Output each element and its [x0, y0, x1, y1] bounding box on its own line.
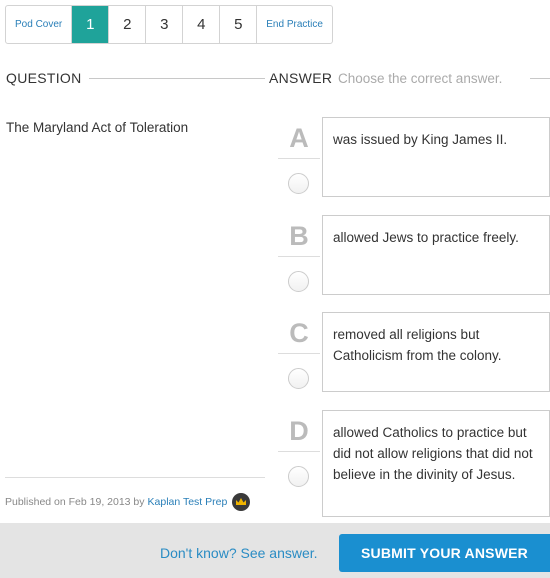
answer-divider — [530, 78, 550, 79]
choice-letter: C — [289, 318, 309, 348]
published-date: Published on Feb 19, 2013 by — [5, 496, 145, 508]
choice-b-text[interactable]: allowed Jews to practice freely. — [322, 215, 550, 295]
answer-heading: ANSWER — [269, 70, 333, 86]
page-1-button[interactable]: 1 — [72, 6, 110, 43]
choice-a-radio[interactable] — [288, 173, 309, 194]
published-divider — [5, 477, 265, 478]
answer-instruction: Choose the correct answer. — [338, 71, 503, 86]
published-info: Published on Feb 19, 2013 by Kaplan Test… — [5, 493, 251, 511]
choice-b[interactable]: B allowed Jews to practice freely. — [278, 215, 550, 295]
choice-a-text[interactable]: was issued by King James II. — [322, 117, 550, 197]
choice-d-text[interactable]: allowed Catholics to practice but did no… — [322, 410, 550, 517]
choice-c[interactable]: C removed all religions but Catholicism … — [278, 312, 550, 392]
choice-d[interactable]: D allowed Catholics to practice but did … — [278, 410, 550, 517]
end-practice-link[interactable]: End Practice — [257, 6, 332, 43]
question-text: The Maryland Act of Toleration — [6, 120, 189, 135]
crown-badge-icon — [232, 493, 251, 511]
submit-answer-button[interactable]: SUBMIT YOUR ANSWER — [339, 534, 550, 572]
page-4-button[interactable]: 4 — [183, 6, 221, 43]
choice-letter: D — [289, 416, 309, 446]
choice-b-radio[interactable] — [288, 271, 309, 292]
choice-divider — [278, 256, 320, 257]
choice-c-text[interactable]: removed all religions but Catholicism fr… — [322, 312, 550, 392]
choice-c-radio[interactable] — [288, 368, 309, 389]
footer-bar: Don't know? See answer. SUBMIT YOUR ANSW… — [0, 523, 550, 578]
choice-letter: B — [289, 221, 309, 251]
question-divider — [89, 78, 265, 79]
page-2-button[interactable]: 2 — [109, 6, 147, 43]
see-answer-link[interactable]: Don't know? See answer. — [160, 545, 318, 561]
pod-cover-link[interactable]: Pod Cover — [6, 6, 73, 43]
page-5-button[interactable]: 5 — [220, 6, 258, 43]
author-link[interactable]: Kaplan Test Prep — [148, 496, 228, 508]
choice-letter: A — [289, 123, 309, 153]
choice-divider — [278, 353, 320, 354]
page-3-button[interactable]: 3 — [146, 6, 184, 43]
choice-divider — [278, 158, 320, 159]
question-heading: QUESTION — [6, 70, 82, 86]
pager: Pod Cover 1 2 3 4 5 End Practice — [5, 5, 333, 44]
choice-a[interactable]: A was issued by King James II. — [278, 117, 550, 197]
choice-d-radio[interactable] — [288, 466, 309, 487]
choice-divider — [278, 451, 320, 452]
